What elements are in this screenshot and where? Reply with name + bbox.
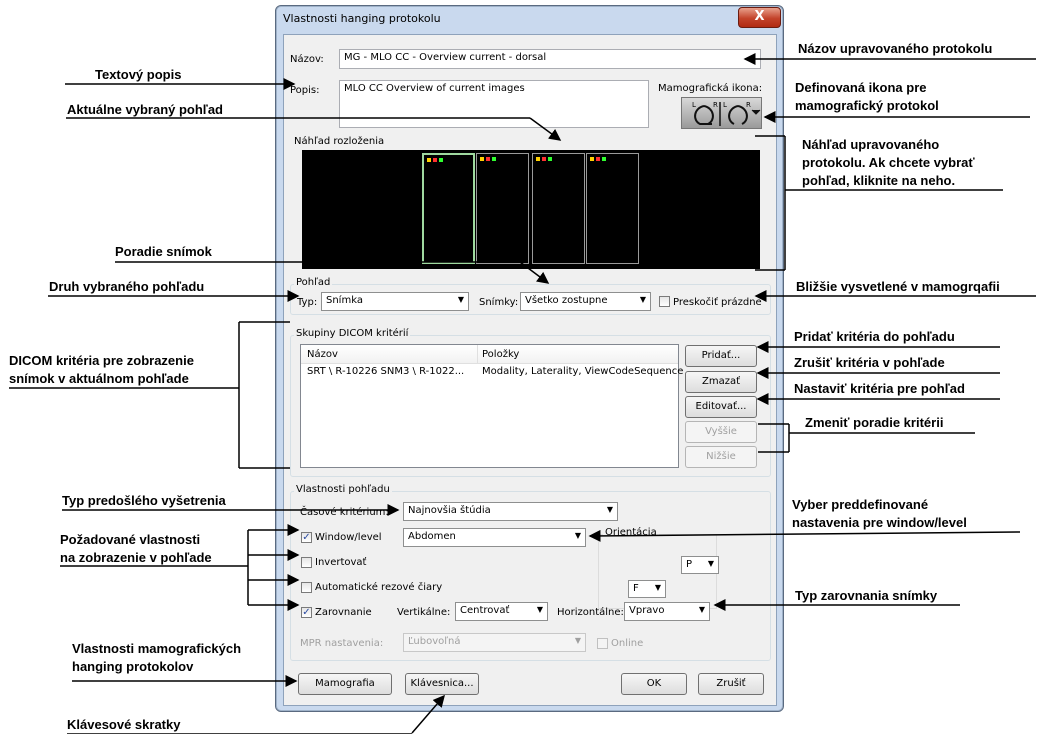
arrow-wl-preset — [588, 529, 1021, 542]
arrow-image-order — [519, 261, 550, 284]
arrow-shortcuts — [411, 694, 445, 734]
arrow-selected-view — [529, 117, 562, 141]
annotation-arrows — [9, 53, 1036, 734]
